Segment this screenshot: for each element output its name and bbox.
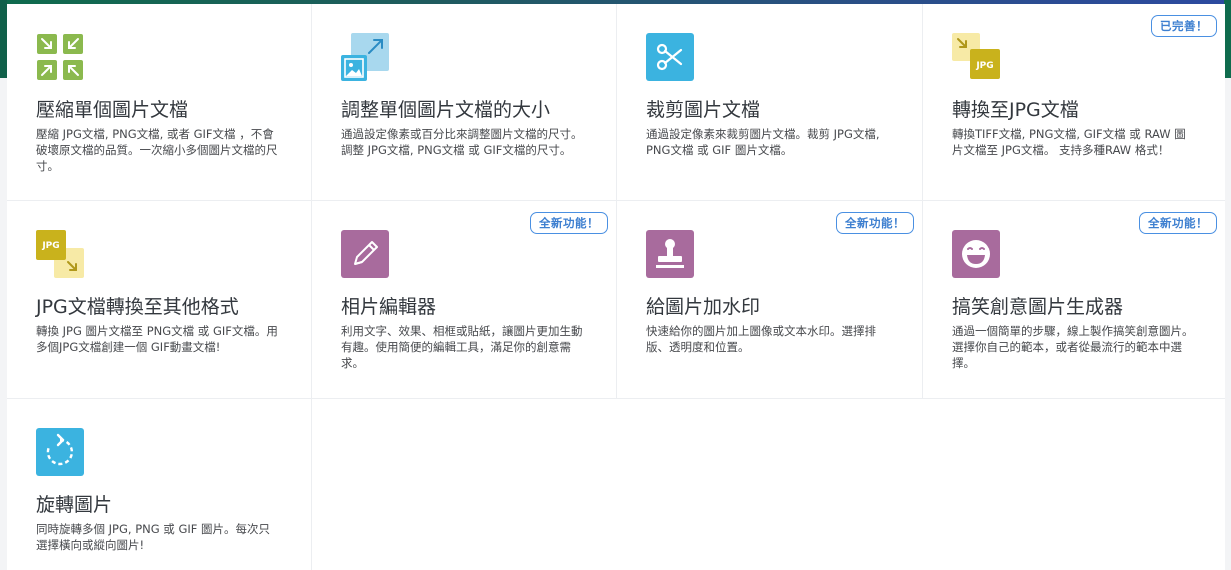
tool-title: 旋轉圖片 [36,494,113,516]
jpg-label: JPG [41,241,59,251]
tool-description: 同時旋轉多個 JPG, PNG 或 GIF 圖片。每次只選擇橫向或縱向圖片! [36,522,271,552]
new-feature-badge: 全新功能！ [836,212,914,234]
tool-card-photo-editor[interactable]: 全新功能！ 相片編輯器 利用文字、效果、相框或貼紙，讓圖片更加生動有趣。使用簡便… [312,201,617,399]
tool-description: 通過設定像素或百分比來調整圖片文檔的尺寸。 調整 JPG文檔, PNG文檔 或 … [341,127,583,157]
resize-icon [341,33,389,81]
tool-card-resize[interactable]: 調整單個圖片文檔的大小 通過設定像素或百分比來調整圖片文檔的尺寸。 調整 JPG… [312,4,617,201]
empty-cell [312,399,617,570]
tool-title: 給圖片加水印 [646,296,761,318]
rotate-icon [36,428,84,476]
tool-description: 利用文字、效果、相框或貼紙，讓圖片更加生動有趣。使用簡便的編輯工具，滿足你的創意… [341,324,583,370]
tool-description: 壓縮 JPG文檔, PNG文檔, 或者 GIF文檔 ，不會破壞原文檔的品質。一次… [36,127,278,173]
new-feature-badge: 全新功能！ [530,212,608,234]
stamp-icon [646,230,694,278]
compress-icon [36,33,84,81]
tool-card-convert-to-jpg[interactable]: 已完善！ JPG 轉換至JPG文檔 轉換TIFF文檔, PNG文檔, GIF文檔… [923,4,1225,201]
tool-description: 轉換TIFF文檔, PNG文檔, GIF文檔 或 RAW 圖片文檔至 JPG文檔… [952,127,1186,157]
pencil-icon [341,230,389,278]
tool-title: 轉換至JPG文檔 [952,99,1079,121]
tool-card-watermark[interactable]: 全新功能！ 給圖片加水印 快速給你的圖片加上圖像或文本水印。選擇排版、透明度和位… [617,201,923,399]
jpg-label: JPG [975,61,993,71]
empty-cell [617,399,923,570]
convert-to-jpg-icon: JPG [952,33,1000,81]
convert-from-jpg-icon: JPG [36,230,84,278]
right-page-margin [1224,0,1231,570]
tool-description: 通過設定像素來裁剪圖片文檔。裁剪 JPG文檔, PNG文檔 或 GIF 圖片文檔… [646,127,880,157]
empty-cell [923,399,1225,570]
tool-description: 轉換 JPG 圖片文檔至 PNG文檔 或 GIF文檔。用多個JPG文檔創建一個 … [36,324,278,354]
tool-card-rotate[interactable]: 旋轉圖片 同時旋轉多個 JPG, PNG 或 GIF 圖片。每次只選擇橫向或縱向… [7,399,312,570]
tool-card-convert-from-jpg[interactable]: JPG JPG文檔轉換至其他格式 轉換 JPG 圖片文檔至 PNG文檔 或 GI… [7,201,312,399]
tool-description: 快速給你的圖片加上圖像或文本水印。選擇排版、透明度和位置。 [646,324,876,354]
tool-title: 搞笑創意圖片生成器 [952,296,1124,318]
left-page-margin [0,0,7,570]
tool-title: JPG文檔轉換至其他格式 [36,296,239,318]
improved-badge: 已完善！ [1151,15,1217,37]
tool-card-meme-generator[interactable]: 全新功能！ 搞笑創意圖片生成器 通過一個簡單的步驟，線上製作搞笑創意圖片。選擇你… [923,201,1225,399]
tool-card-compress[interactable]: 壓縮單個圖片文檔 壓縮 JPG文檔, PNG文檔, 或者 GIF文檔 ，不會破壞… [7,4,312,201]
laughing-face-icon [952,230,1000,278]
new-feature-badge: 全新功能！ [1139,212,1217,234]
tool-title: 裁剪圖片文檔 [646,99,761,121]
tool-title: 調整單個圖片文檔的大小 [341,99,551,121]
tool-card-crop[interactable]: 裁剪圖片文檔 通過設定像素來裁剪圖片文檔。裁剪 JPG文檔, PNG文檔 或 G… [617,4,923,201]
tools-grid: 壓縮單個圖片文檔 壓縮 JPG文檔, PNG文檔, 或者 GIF文檔 ，不會破壞… [7,4,1225,570]
scissors-icon [646,33,694,81]
tool-title: 相片編輯器 [341,296,437,318]
tool-title: 壓縮單個圖片文檔 [36,99,189,121]
tool-description: 通過一個簡單的步驟，線上製作搞笑創意圖片。選擇你自己的範本，或者從最流行的範本中… [952,324,1194,370]
